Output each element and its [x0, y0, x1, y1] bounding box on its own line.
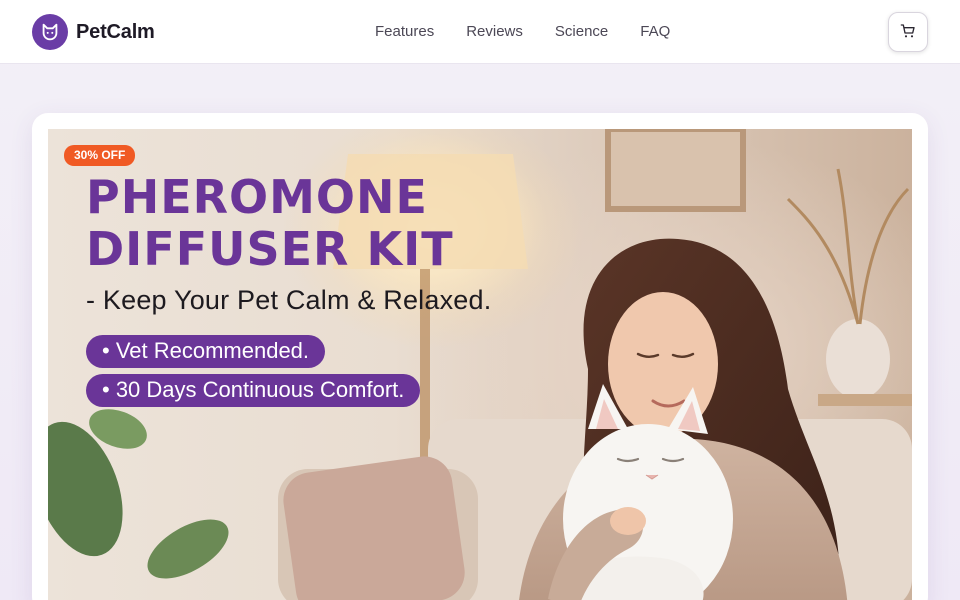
cat-face-icon: [32, 14, 68, 50]
shopping-cart-icon: [900, 23, 916, 42]
site-header: PetCalm Features Reviews Science FAQ: [0, 0, 960, 64]
cart-button[interactable]: [888, 12, 928, 52]
nav-science-link[interactable]: Science: [555, 22, 608, 42]
hero-card: 30% OFF PHEROMONE DIFFUSER KIT - Keep Yo…: [32, 113, 928, 600]
discount-badge: 30% OFF: [64, 145, 136, 166]
nav-features-link[interactable]: Features: [375, 22, 434, 42]
hero-subtitle: - Keep Your Pet Calm & Relaxed.: [86, 285, 492, 315]
hero-banner[interactable]: 30% OFF PHEROMONE DIFFUSER KIT - Keep Yo…: [48, 129, 912, 600]
nav-faq-link[interactable]: FAQ: [640, 22, 670, 42]
benefit-pill: • Vet Recommended.: [86, 335, 326, 368]
hero-title-line1: PHEROMONE: [86, 170, 428, 224]
nav-reviews-link[interactable]: Reviews: [466, 22, 523, 42]
brand-name: PetCalm: [76, 20, 155, 43]
logo[interactable]: PetCalm: [32, 14, 155, 50]
hero-title: PHEROMONE DIFFUSER KIT: [86, 171, 454, 275]
main-nav: Features Reviews Science FAQ: [375, 22, 702, 42]
hero-title-line2: DIFFUSER KIT: [86, 222, 454, 276]
benefit-pill: • 30 Days Continuous Comfort.: [86, 374, 421, 407]
